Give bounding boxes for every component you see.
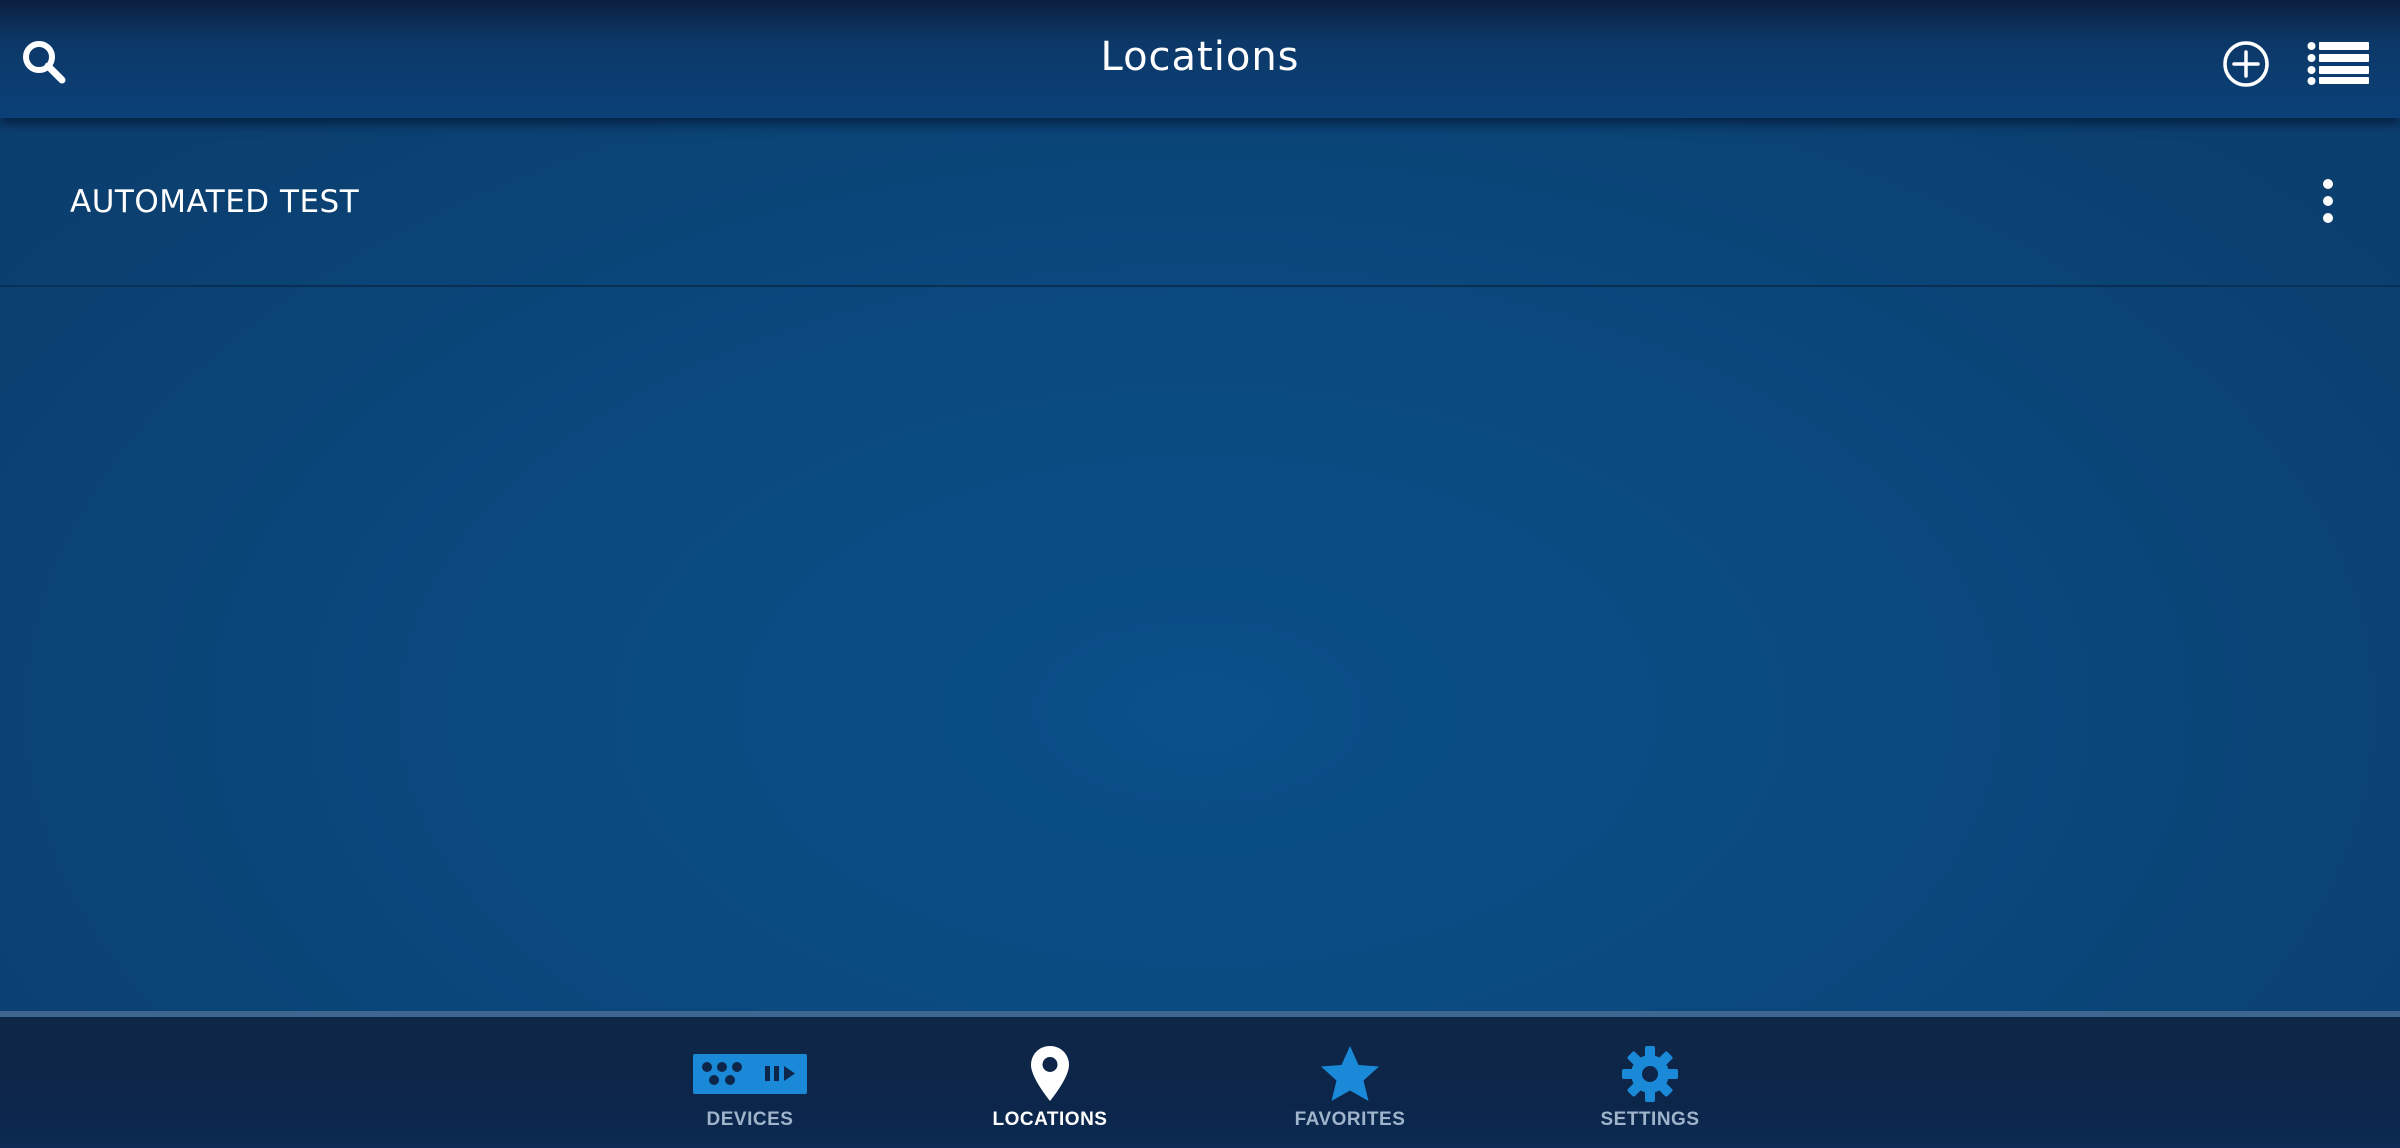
add-circle-icon (2223, 41, 2269, 87)
nav-label-favorites: FAVORITES (1294, 1109, 1406, 1130)
nav-label-locations: LOCATIONS (992, 1109, 1108, 1130)
list-view-button[interactable] (2306, 38, 2370, 88)
location-list-item[interactable]: AUTOMATED TEST (0, 118, 2400, 287)
nav-tab-favorites[interactable]: FAVORITES (1230, 1017, 1470, 1148)
app-window: Locations AUTOMATED TEST DEVICES LOCATIO… (0, 0, 2400, 1148)
nav-tab-settings[interactable]: SETTINGS (1530, 1017, 1770, 1148)
list-view-icon (2307, 42, 2369, 85)
location-menu-button[interactable] (2310, 176, 2346, 228)
location-name: AUTOMATED TEST (70, 184, 360, 220)
nav-label-settings: SETTINGS (1600, 1109, 1700, 1130)
bottom-navigation: DEVICES LOCATIONS FAVORITES SETTINGS (0, 1011, 2400, 1148)
devices-icon (693, 1054, 807, 1094)
page-title: Locations (1100, 34, 1300, 80)
gear-icon (1622, 1046, 1678, 1102)
star-icon (1321, 1046, 1379, 1101)
more-vertical-icon (2323, 179, 2333, 223)
add-location-button[interactable] (2218, 36, 2274, 92)
nav-tab-devices[interactable]: DEVICES (630, 1017, 870, 1148)
nav-tab-locations[interactable]: LOCATIONS (930, 1017, 1170, 1148)
top-bar: Locations (0, 0, 2400, 118)
location-pin-icon (1031, 1046, 1069, 1101)
nav-label-devices: DEVICES (706, 1109, 794, 1130)
